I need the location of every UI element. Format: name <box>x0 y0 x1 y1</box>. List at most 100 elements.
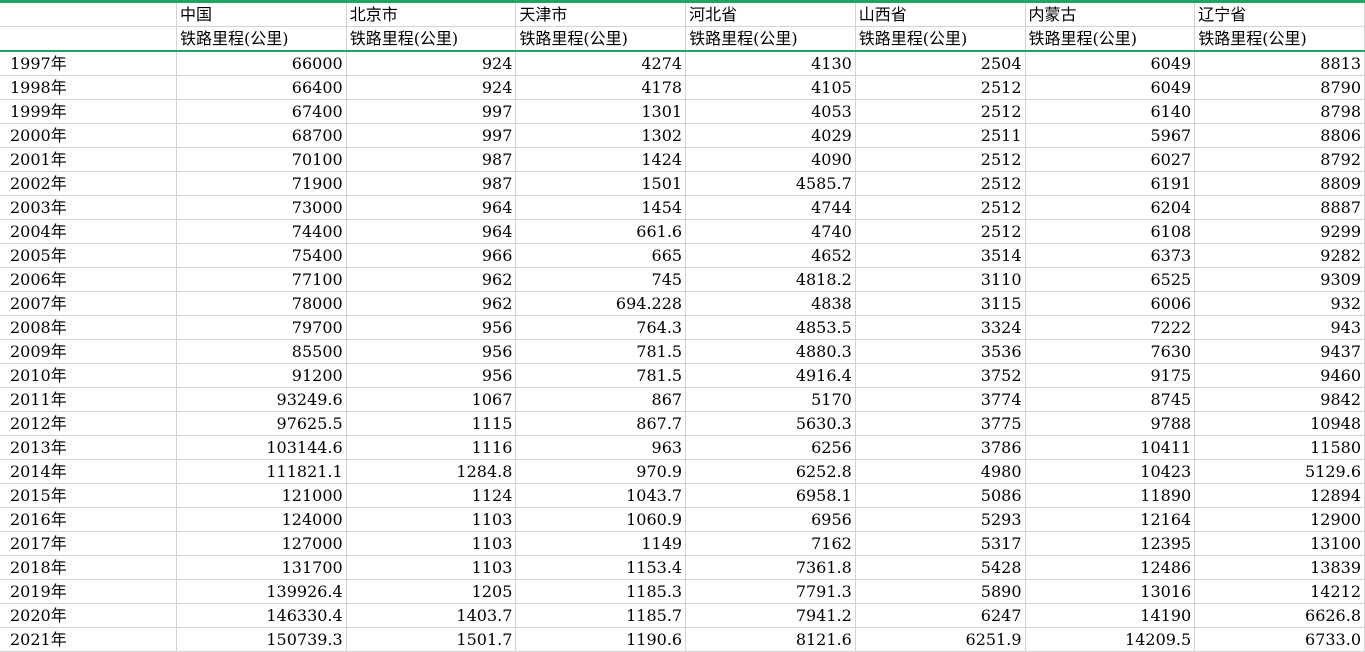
value-cell[interactable]: 8887 <box>1194 195 1365 220</box>
value-cell[interactable]: 74400 <box>176 219 347 244</box>
value-cell[interactable]: 964 <box>346 195 517 220</box>
value-cell[interactable]: 962 <box>346 267 517 292</box>
value-cell[interactable]: 8121.6 <box>685 627 856 652</box>
value-cell[interactable]: 4105 <box>685 75 856 100</box>
value-cell[interactable]: 1403.7 <box>346 603 517 628</box>
value-cell[interactable]: 3514 <box>855 243 1026 268</box>
value-cell[interactable]: 8745 <box>1025 387 1196 412</box>
value-cell[interactable]: 4090 <box>685 147 856 172</box>
value-cell[interactable]: 2511 <box>855 123 1026 148</box>
value-cell[interactable]: 2504 <box>855 51 1026 76</box>
value-cell[interactable]: 6733.0 <box>1194 627 1365 652</box>
value-cell[interactable]: 10423 <box>1025 459 1196 484</box>
value-cell[interactable]: 781.5 <box>515 339 687 364</box>
value-cell[interactable]: 1301 <box>515 99 687 124</box>
year-cell[interactable]: 2021年 <box>0 627 177 652</box>
metric-header[interactable]: 铁路里程(公里) <box>685 26 856 52</box>
value-cell[interactable]: 5890 <box>855 579 1026 604</box>
value-cell[interactable]: 1454 <box>515 195 687 220</box>
value-cell[interactable]: 4740 <box>685 219 856 244</box>
value-cell[interactable]: 924 <box>346 75 517 100</box>
year-cell[interactable]: 2011年 <box>0 387 177 412</box>
value-cell[interactable]: 14209.5 <box>1025 627 1196 652</box>
value-cell[interactable]: 85500 <box>176 339 347 364</box>
value-cell[interactable]: 9842 <box>1194 387 1365 412</box>
value-cell[interactable]: 103144.6 <box>176 435 347 460</box>
value-cell[interactable]: 71900 <box>176 171 347 196</box>
value-cell[interactable]: 4652 <box>685 243 856 268</box>
value-cell[interactable]: 3775 <box>855 411 1026 436</box>
metric-header[interactable]: 铁路里程(公里) <box>1194 26 1365 52</box>
region-header[interactable]: 河北省 <box>685 3 856 27</box>
value-cell[interactable]: 6140 <box>1025 99 1196 124</box>
value-cell[interactable]: 12164 <box>1025 507 1196 532</box>
value-cell[interactable]: 111821.1 <box>176 459 347 484</box>
value-cell[interactable]: 987 <box>346 147 517 172</box>
value-cell[interactable]: 11580 <box>1194 435 1365 460</box>
corner-cell[interactable] <box>0 3 177 27</box>
value-cell[interactable]: 970.9 <box>515 459 687 484</box>
value-cell[interactable]: 764.3 <box>515 315 687 340</box>
value-cell[interactable]: 963 <box>515 435 687 460</box>
value-cell[interactable]: 2512 <box>855 75 1026 100</box>
year-cell[interactable]: 2015年 <box>0 483 177 508</box>
year-cell[interactable]: 2020年 <box>0 603 177 628</box>
value-cell[interactable]: 9299 <box>1194 219 1365 244</box>
value-cell[interactable]: 943 <box>1194 315 1365 340</box>
value-cell[interactable]: 7162 <box>685 531 856 556</box>
value-cell[interactable]: 867.7 <box>515 411 687 436</box>
value-cell[interactable]: 2512 <box>855 195 1026 220</box>
value-cell[interactable]: 1124 <box>346 483 517 508</box>
value-cell[interactable]: 7222 <box>1025 315 1196 340</box>
region-header[interactable]: 山西省 <box>855 3 1026 27</box>
value-cell[interactable]: 956 <box>346 315 517 340</box>
value-cell[interactable]: 70100 <box>176 147 347 172</box>
year-cell[interactable]: 2016年 <box>0 507 177 532</box>
value-cell[interactable]: 1284.8 <box>346 459 517 484</box>
value-cell[interactable]: 665 <box>515 243 687 268</box>
value-cell[interactable]: 79700 <box>176 315 347 340</box>
value-cell[interactable]: 2512 <box>855 171 1026 196</box>
value-cell[interactable]: 14212 <box>1194 579 1365 604</box>
value-cell[interactable]: 6191 <box>1025 171 1196 196</box>
year-cell[interactable]: 2008年 <box>0 315 177 340</box>
value-cell[interactable]: 7630 <box>1025 339 1196 364</box>
value-cell[interactable]: 4274 <box>515 51 687 76</box>
value-cell[interactable]: 127000 <box>176 531 347 556</box>
year-cell[interactable]: 2002年 <box>0 171 177 196</box>
value-cell[interactable]: 68700 <box>176 123 347 148</box>
value-cell[interactable]: 8806 <box>1194 123 1365 148</box>
metric-header[interactable]: 铁路里程(公里) <box>515 26 687 52</box>
value-cell[interactable]: 4029 <box>685 123 856 148</box>
value-cell[interactable]: 3752 <box>855 363 1026 388</box>
value-cell[interactable]: 150739.3 <box>176 627 347 652</box>
year-cell[interactable]: 2007年 <box>0 291 177 316</box>
value-cell[interactable]: 9282 <box>1194 243 1365 268</box>
value-cell[interactable]: 5170 <box>685 387 856 412</box>
value-cell[interactable]: 13016 <box>1025 579 1196 604</box>
region-header[interactable]: 辽宁省 <box>1194 3 1365 27</box>
metric-header[interactable]: 铁路里程(公里) <box>855 26 1026 52</box>
value-cell[interactable]: 9175 <box>1025 363 1196 388</box>
value-cell[interactable]: 3786 <box>855 435 1026 460</box>
value-cell[interactable]: 4818.2 <box>685 267 856 292</box>
value-cell[interactable]: 6108 <box>1025 219 1196 244</box>
value-cell[interactable]: 956 <box>346 339 517 364</box>
value-cell[interactable]: 6027 <box>1025 147 1196 172</box>
value-cell[interactable]: 1302 <box>515 123 687 148</box>
value-cell[interactable]: 9437 <box>1194 339 1365 364</box>
value-cell[interactable]: 2512 <box>855 219 1026 244</box>
value-cell[interactable]: 67400 <box>176 99 347 124</box>
value-cell[interactable]: 745 <box>515 267 687 292</box>
value-cell[interactable]: 146330.4 <box>176 603 347 628</box>
value-cell[interactable]: 6049 <box>1025 75 1196 100</box>
value-cell[interactable]: 4178 <box>515 75 687 100</box>
region-header[interactable]: 天津市 <box>515 3 687 27</box>
value-cell[interactable]: 6006 <box>1025 291 1196 316</box>
value-cell[interactable]: 3324 <box>855 315 1026 340</box>
value-cell[interactable]: 10948 <box>1194 411 1365 436</box>
value-cell[interactable]: 3536 <box>855 339 1026 364</box>
value-cell[interactable]: 6626.8 <box>1194 603 1365 628</box>
value-cell[interactable]: 6252.8 <box>685 459 856 484</box>
year-cell[interactable]: 2010年 <box>0 363 177 388</box>
